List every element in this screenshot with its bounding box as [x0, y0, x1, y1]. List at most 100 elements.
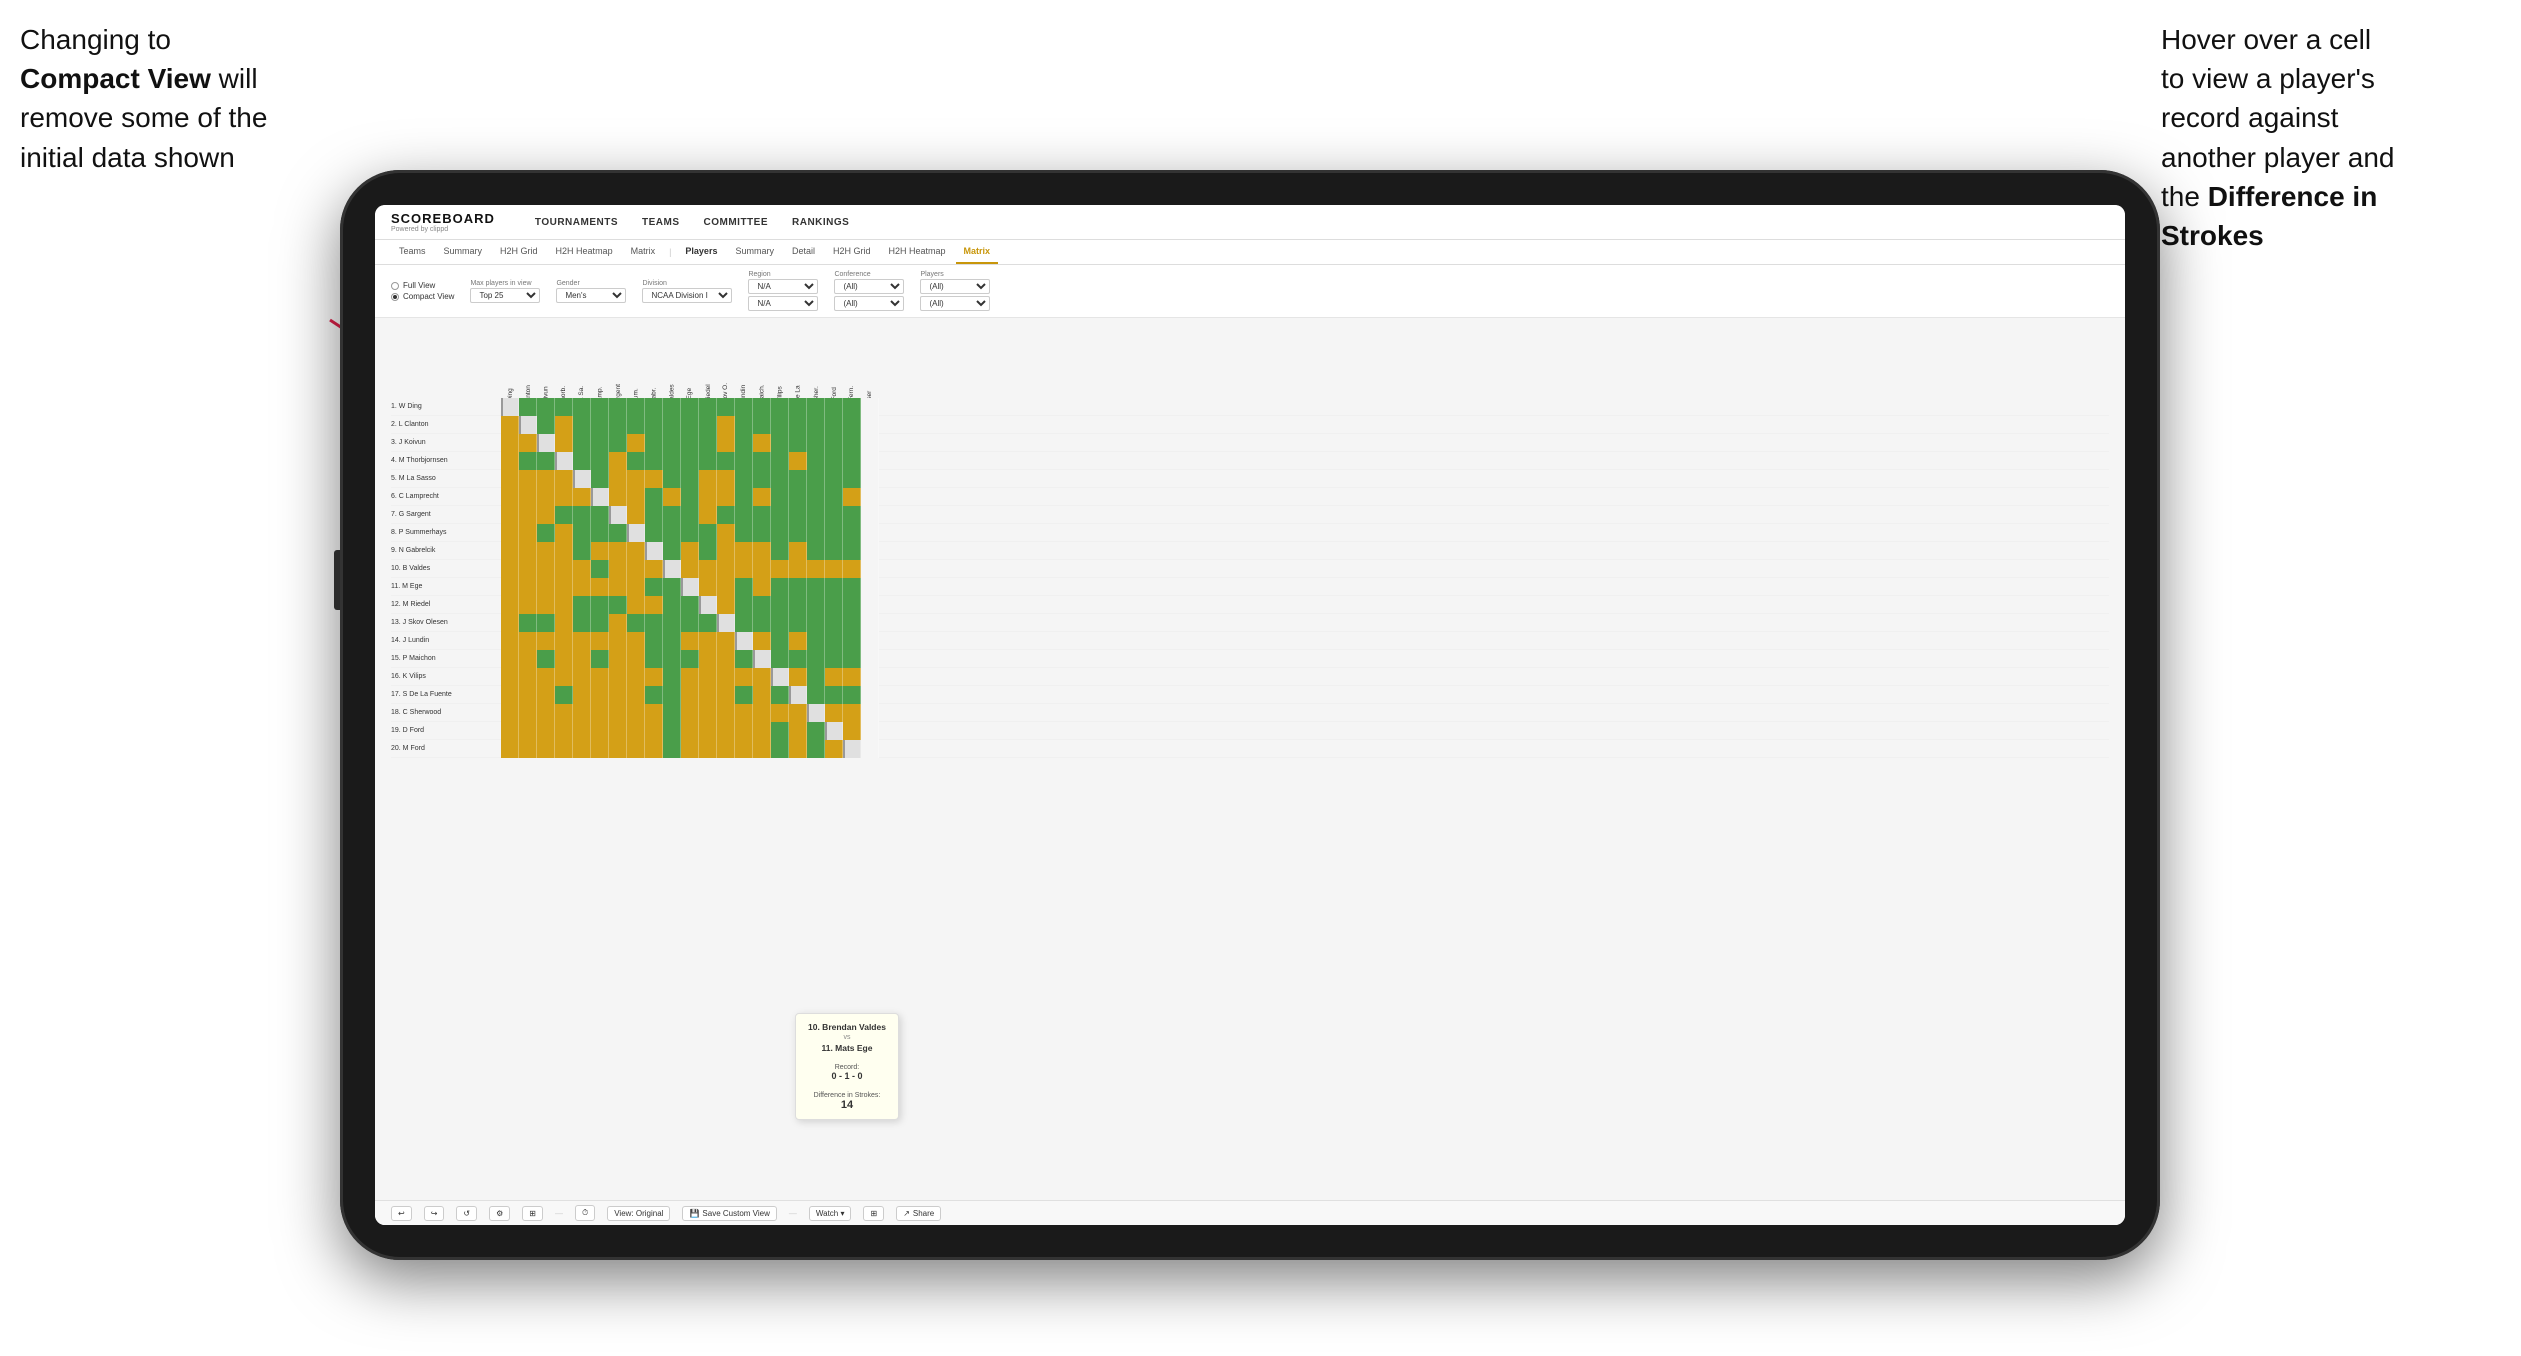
grid-cell-10-18[interactable]	[807, 560, 825, 578]
grid-cell-7-21[interactable]	[861, 506, 879, 524]
grid-cell-6-13[interactable]	[717, 488, 735, 506]
grid-cell-10-6[interactable]	[591, 560, 609, 578]
filter-players-select1[interactable]: (All)	[920, 279, 990, 294]
grid-cell-5-8[interactable]	[627, 470, 645, 488]
nav-tournaments[interactable]: TOURNAMENTS	[535, 215, 618, 230]
grid-cell-17-4[interactable]	[555, 686, 573, 704]
grid-cell-7-20[interactable]	[843, 506, 861, 524]
grid-cell-7-4[interactable]	[555, 506, 573, 524]
grid-cell-11-20[interactable]	[843, 578, 861, 596]
grid-cell-9-21[interactable]	[861, 542, 879, 560]
grid-cell-7-14[interactable]	[735, 506, 753, 524]
grid-cell-14-21[interactable]	[861, 632, 879, 650]
grid-cell-4-10[interactable]	[663, 452, 681, 470]
grid-cell-12-7[interactable]	[609, 596, 627, 614]
grid-cell-8-5[interactable]	[573, 524, 591, 542]
grid-cell-19-21[interactable]	[861, 722, 879, 740]
grid-cell-20-4[interactable]	[555, 740, 573, 758]
grid-cell-13-1[interactable]	[501, 614, 519, 632]
grid-cell-7-2[interactable]	[519, 506, 537, 524]
grid-cell-8-6[interactable]	[591, 524, 609, 542]
grid-cell-10-5[interactable]	[573, 560, 591, 578]
grid-cell-10-11[interactable]	[681, 560, 699, 578]
grid-cell-19-7[interactable]	[609, 722, 627, 740]
grid-cell-11-3[interactable]	[537, 578, 555, 596]
grid-cell-18-11[interactable]	[681, 704, 699, 722]
grid-cell-16-19[interactable]	[825, 668, 843, 686]
grid-cell-8-9[interactable]	[645, 524, 663, 542]
grid-cell-6-11[interactable]	[681, 488, 699, 506]
grid-cell-15-16[interactable]	[771, 650, 789, 668]
grid-cell-14-6[interactable]	[591, 632, 609, 650]
grid-cell-11-12[interactable]	[699, 578, 717, 596]
grid-cell-1-7[interactable]	[609, 398, 627, 416]
grid-cell-19-17[interactable]	[789, 722, 807, 740]
grid-cell-5-15[interactable]	[753, 470, 771, 488]
grid-cell-20-20[interactable]	[843, 740, 861, 758]
grid-cell-2-10[interactable]	[663, 416, 681, 434]
grid-cell-1-4[interactable]	[555, 398, 573, 416]
grid-cell-18-19[interactable]	[825, 704, 843, 722]
grid-cell-14-14[interactable]	[735, 632, 753, 650]
tab-teams[interactable]: Teams	[391, 240, 434, 264]
grid-cell-7-11[interactable]	[681, 506, 699, 524]
grid-cell-5-13[interactable]	[717, 470, 735, 488]
grid-cell-13-18[interactable]	[807, 614, 825, 632]
grid-cell-15-1[interactable]	[501, 650, 519, 668]
grid-cell-16-13[interactable]	[717, 668, 735, 686]
grid-cell-13-3[interactable]	[537, 614, 555, 632]
grid-cell-15-14[interactable]	[735, 650, 753, 668]
grid-cell-5-3[interactable]	[537, 470, 555, 488]
grid-cell-13-14[interactable]	[735, 614, 753, 632]
grid-cell-8-14[interactable]	[735, 524, 753, 542]
grid-cell-6-5[interactable]	[573, 488, 591, 506]
grid-cell-19-5[interactable]	[573, 722, 591, 740]
grid-cell-2-9[interactable]	[645, 416, 663, 434]
filter-max-players-select[interactable]: Top 25	[470, 288, 540, 303]
grid-cell-2-6[interactable]	[591, 416, 609, 434]
grid-cell-2-17[interactable]	[789, 416, 807, 434]
grid-cell-20-15[interactable]	[753, 740, 771, 758]
grid-cell-4-8[interactable]	[627, 452, 645, 470]
grid-cell-2-18[interactable]	[807, 416, 825, 434]
grid-cell-4-15[interactable]	[753, 452, 771, 470]
grid-cell-18-2[interactable]	[519, 704, 537, 722]
grid-cell-13-9[interactable]	[645, 614, 663, 632]
nav-committee[interactable]: COMMITTEE	[704, 215, 769, 230]
grid-cell-14-5[interactable]	[573, 632, 591, 650]
grid-cell-4-7[interactable]	[609, 452, 627, 470]
grid-cell-4-11[interactable]	[681, 452, 699, 470]
toolbar-share-btn[interactable]: ↗ Share	[896, 1206, 941, 1221]
grid-cell-6-19[interactable]	[825, 488, 843, 506]
grid-cell-20-13[interactable]	[717, 740, 735, 758]
grid-cell-19-9[interactable]	[645, 722, 663, 740]
grid-cell-15-5[interactable]	[573, 650, 591, 668]
grid-cell-11-18[interactable]	[807, 578, 825, 596]
grid-cell-9-14[interactable]	[735, 542, 753, 560]
grid-cell-7-12[interactable]	[699, 506, 717, 524]
grid-cell-11-15[interactable]	[753, 578, 771, 596]
grid-cell-11-4[interactable]	[555, 578, 573, 596]
nav-rankings[interactable]: RANKINGS	[792, 215, 849, 230]
grid-cell-13-8[interactable]	[627, 614, 645, 632]
grid-cell-15-17[interactable]	[789, 650, 807, 668]
grid-cell-9-7[interactable]	[609, 542, 627, 560]
grid-cell-9-3[interactable]	[537, 542, 555, 560]
grid-cell-7-17[interactable]	[789, 506, 807, 524]
grid-cell-4-17[interactable]	[789, 452, 807, 470]
grid-cell-15-11[interactable]	[681, 650, 699, 668]
filter-region-select1[interactable]: N/A	[748, 279, 818, 294]
grid-cell-4-6[interactable]	[591, 452, 609, 470]
grid-cell-6-10[interactable]	[663, 488, 681, 506]
grid-cell-14-4[interactable]	[555, 632, 573, 650]
toolbar-watch-btn[interactable]: Watch ▾	[809, 1206, 852, 1221]
grid-cell-6-20[interactable]	[843, 488, 861, 506]
grid-cell-12-12[interactable]	[699, 596, 717, 614]
grid-cell-10-10[interactable]	[663, 560, 681, 578]
grid-cell-14-1[interactable]	[501, 632, 519, 650]
grid-cell-10-17[interactable]	[789, 560, 807, 578]
grid-cell-20-6[interactable]	[591, 740, 609, 758]
grid-cell-3-7[interactable]	[609, 434, 627, 452]
grid-cell-17-2[interactable]	[519, 686, 537, 704]
grid-cell-4-16[interactable]	[771, 452, 789, 470]
